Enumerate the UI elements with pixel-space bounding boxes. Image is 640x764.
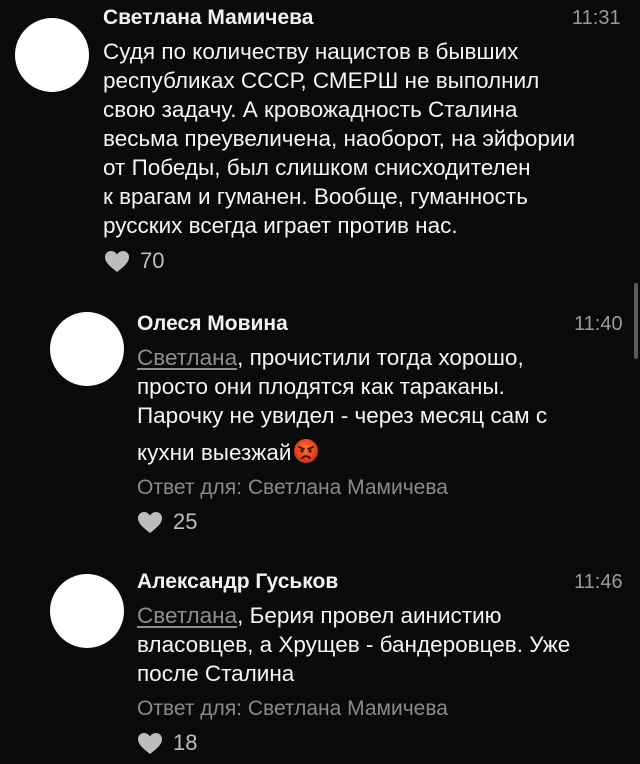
comment-text-fragment: , Берия провел аинистию bbox=[237, 603, 502, 628]
comment-text-line: к врагам и гуманен. Вообще, гуманность bbox=[103, 184, 528, 209]
like-button[interactable]: 18 bbox=[137, 730, 197, 756]
comment-text-line: свою задачу. А кровожадность Сталина bbox=[103, 97, 518, 122]
comment-thread: Светлана Мамичева 11:31 Судя по количест… bbox=[0, 0, 640, 764]
comment-text-line: просто они плодятся как тараканы. bbox=[137, 374, 505, 399]
comment-text-fragment: кухни выезжай bbox=[137, 440, 292, 465]
comment-text-line: от Победы, был слишком снисходителен bbox=[103, 155, 531, 180]
comment-text: Светлана, прочистили тогда хорошо, прост… bbox=[137, 343, 547, 471]
angry-face-icon bbox=[293, 438, 319, 471]
comment-text-fragment: , прочистили тогда хорошо, bbox=[237, 345, 524, 370]
comment-time: 11:40 bbox=[574, 313, 623, 335]
like-count: 18 bbox=[173, 730, 198, 755]
comment-text: Светлана, Берия провел аинистию власовце… bbox=[137, 601, 570, 688]
comment-item: Александр Гуськов 11:46 Светлана, Берия … bbox=[0, 560, 640, 764]
avatar[interactable] bbox=[50, 312, 124, 386]
avatar[interactable] bbox=[15, 18, 89, 92]
reply-to-label[interactable]: Ответ для: Светлана Мамичева bbox=[137, 697, 448, 721]
comment-author[interactable]: Олеся Мовина bbox=[137, 312, 288, 336]
comment-text-line: весьма преувеличена, наоборот, на эйфори… bbox=[103, 126, 576, 151]
like-button[interactable]: 25 bbox=[137, 509, 197, 535]
comment-item: Олеся Мовина 11:40 Светлана, прочистили … bbox=[0, 300, 640, 540]
comment-author[interactable]: Александр Гуськов bbox=[137, 570, 338, 594]
heart-icon bbox=[104, 250, 130, 273]
avatar[interactable] bbox=[50, 574, 124, 648]
mention-link[interactable]: Светлана bbox=[137, 603, 237, 628]
like-count: 70 bbox=[140, 248, 165, 273]
scrollbar[interactable] bbox=[634, 283, 638, 359]
heart-icon bbox=[137, 511, 163, 534]
comment-text-line: после Сталина bbox=[137, 661, 295, 686]
comment-text-line: власовцев, а Хрущев - бандеровцев. Уже bbox=[137, 632, 571, 657]
comment-text-line: Судя по количеству нацистов в бывших bbox=[103, 39, 519, 64]
comment-text-line: Парочку не увидел - через месяц сам с bbox=[137, 403, 548, 428]
reply-to-label[interactable]: Ответ для: Светлана Мамичева bbox=[137, 476, 448, 500]
mention-link[interactable]: Светлана bbox=[137, 345, 237, 370]
comment-text: Судя по количеству нацистов в бывших рес… bbox=[103, 37, 575, 240]
comment-author[interactable]: Светлана Мамичева bbox=[103, 6, 313, 30]
comment-item: Светлана Мамичева 11:31 Судя по количест… bbox=[0, 0, 640, 290]
like-button[interactable]: 70 bbox=[104, 248, 164, 274]
comment-time: 11:31 bbox=[572, 7, 621, 29]
comment-time: 11:46 bbox=[574, 571, 623, 593]
comment-text-line: кухни выезжай bbox=[137, 438, 547, 471]
comment-text-line: Светлана, прочистили тогда хорошо, bbox=[137, 343, 547, 372]
comment-text-line: русских всегда играет против нас. bbox=[103, 213, 458, 238]
like-count: 25 bbox=[173, 509, 198, 534]
comment-text-line: республиках СССР, СМЕРШ не выполнил bbox=[103, 68, 540, 93]
comment-text-line: Светлана, Берия провел аинистию bbox=[137, 601, 570, 630]
heart-icon bbox=[137, 732, 163, 755]
